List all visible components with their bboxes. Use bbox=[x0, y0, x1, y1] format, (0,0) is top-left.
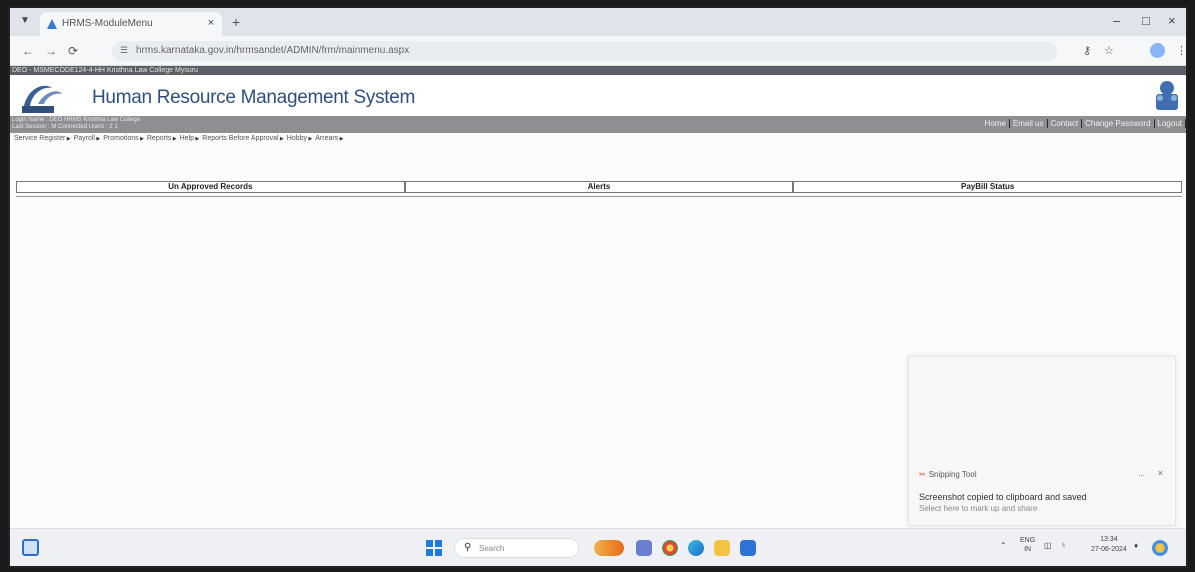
search-icon: ⚲ bbox=[464, 542, 472, 553]
mail-icon[interactable] bbox=[740, 540, 756, 556]
edge-icon[interactable] bbox=[688, 540, 704, 556]
notification-bell-icon[interactable]: ♦ bbox=[1134, 541, 1138, 550]
taskbar: ⚲ Search ⌃ ENG IN ◫ ♮ 13:34 27-06-2024 ♦ bbox=[10, 528, 1186, 566]
clock[interactable]: 13:34 27-06-2024 bbox=[1091, 535, 1127, 555]
panel-paybill-status[interactable]: PayBill Status bbox=[793, 181, 1183, 193]
login-name-text: Login Name : DEO HRMS Kristhna Law Colle… bbox=[12, 117, 141, 123]
clock-time: 13:34 bbox=[1100, 536, 1118, 543]
contact-link[interactable]: Contact bbox=[1048, 119, 1083, 128]
site-favicon-icon bbox=[47, 19, 57, 29]
close-window-button[interactable]: × bbox=[1168, 13, 1176, 28]
toast-close-icon[interactable]: × bbox=[1158, 468, 1163, 478]
toast-header: ✂ Snipping Tool bbox=[919, 470, 977, 479]
main-menu: Service Register Payroll Promotions Repo… bbox=[10, 133, 1186, 147]
clock-date: 27-06-2024 bbox=[1091, 546, 1127, 553]
panel-unapproved-records[interactable]: Un Approved Records bbox=[16, 181, 405, 193]
address-bar: ← → ⟳ ☰ hrms.karnataka.gov.in/hrmsandet/… bbox=[10, 36, 1186, 66]
volume-icon[interactable]: ♮ bbox=[1062, 541, 1065, 550]
bookmark-star-icon[interactable]: ☆ bbox=[1104, 44, 1114, 57]
browser-tab[interactable]: HRMS-ModuleMenu × bbox=[40, 12, 222, 36]
tab-search-icon[interactable]: ▼ bbox=[20, 15, 30, 26]
tray-chevron-icon[interactable]: ⌃ bbox=[1000, 541, 1007, 550]
menu-arrears[interactable]: Arrears bbox=[315, 135, 343, 147]
lang-in: IN bbox=[1024, 546, 1032, 553]
more-menu-icon[interactable]: ⋮ bbox=[1176, 44, 1186, 57]
screen-photo: ▼ HRMS-ModuleMenu × + – □ × ← → ⟳ ☰ hrms… bbox=[8, 6, 1188, 568]
copilot-icon[interactable] bbox=[636, 540, 652, 556]
app-title: Human Resource Management System bbox=[92, 87, 416, 108]
url-field[interactable]: ☰ hrms.karnataka.gov.in/hrmsandet/ADMIN/… bbox=[112, 41, 1057, 61]
file-explorer-icon[interactable] bbox=[714, 540, 730, 556]
maximize-button[interactable]: □ bbox=[1142, 13, 1150, 28]
home-link[interactable]: Home bbox=[982, 119, 1010, 128]
change-password-link[interactable]: Change Password bbox=[1082, 119, 1155, 128]
search-placeholder: Search bbox=[479, 544, 505, 553]
back-icon[interactable]: ← bbox=[22, 44, 34, 58]
hrms-logo-icon bbox=[22, 85, 62, 113]
info-bar: Login Name : DEO HRMS Kristhna Law Colle… bbox=[10, 116, 1186, 133]
web-page: DEO - MSMECODE124-4-HH Kristhna Law Coll… bbox=[10, 66, 1186, 531]
browser-tab-strip: ▼ HRMS-ModuleMenu × + – □ × bbox=[10, 8, 1186, 36]
language-indicator[interactable]: ENG IN bbox=[1020, 536, 1035, 554]
snipping-tool-icon: ✂ bbox=[919, 470, 926, 479]
password-key-icon[interactable]: ⚷ bbox=[1083, 44, 1091, 57]
session-text: Last Session : M Connected Users : 2 1 bbox=[12, 124, 118, 130]
menu-reports[interactable]: Reports bbox=[147, 135, 177, 147]
network-icon[interactable]: ◫ bbox=[1044, 541, 1052, 550]
new-tab-button[interactable]: + bbox=[232, 14, 240, 30]
menu-service-register[interactable]: Service Register bbox=[14, 135, 71, 147]
site-info-icon[interactable]: ☰ bbox=[120, 45, 128, 56]
reload-icon[interactable]: ⟳ bbox=[68, 44, 78, 58]
snipping-tool-notification[interactable]: ✂ Snipping Tool ... × Screenshot copied t… bbox=[908, 356, 1176, 526]
menu-payroll[interactable]: Payroll bbox=[74, 135, 101, 147]
toast-subtext[interactable]: Select here to mark up and share bbox=[919, 504, 1037, 513]
panel-alerts[interactable]: Alerts bbox=[404, 181, 794, 193]
email-us-link[interactable]: Email us bbox=[1010, 119, 1048, 128]
forward-icon[interactable]: → bbox=[45, 44, 57, 58]
session-info: Login Name : DEO HRMS Kristhna Law Colle… bbox=[12, 117, 252, 131]
menu-promotions[interactable]: Promotions bbox=[103, 135, 144, 147]
menu-help[interactable]: Help bbox=[180, 135, 200, 147]
panel-divider bbox=[16, 196, 1182, 197]
lang-eng: ENG bbox=[1020, 537, 1036, 544]
toast-app-name: Snipping Tool bbox=[928, 470, 977, 479]
state-emblem-icon bbox=[1156, 81, 1178, 110]
menu-reports-before-approval[interactable]: Reports Before Approval bbox=[202, 135, 284, 147]
toast-more-icon[interactable]: ... bbox=[1138, 469, 1145, 478]
chrome-icon[interactable] bbox=[662, 540, 678, 556]
site-header: Human Resource Management System bbox=[10, 75, 1186, 116]
tab-title: HRMS-ModuleMenu bbox=[62, 18, 153, 29]
dashboard-panels: Un Approved Records Alerts PayBill Statu… bbox=[16, 181, 1183, 193]
user-strip: DEO - MSMECODE124-4-HH Kristhna Law Coll… bbox=[10, 66, 1186, 75]
widgets-icon[interactable] bbox=[22, 539, 39, 556]
highlight-app-icon[interactable] bbox=[594, 540, 624, 556]
toast-message: Screenshot copied to clipboard and saved bbox=[919, 492, 1087, 502]
url-text: hrms.karnataka.gov.in/hrmsandet/ADMIN/fr… bbox=[136, 45, 410, 56]
logout-link[interactable]: Logout bbox=[1155, 119, 1186, 128]
top-links: Home Email us Contact Change Password Lo… bbox=[982, 119, 1186, 128]
tab-close-icon[interactable]: × bbox=[208, 17, 214, 29]
taskbar-search[interactable]: ⚲ Search bbox=[454, 538, 579, 558]
minimize-button[interactable]: – bbox=[1113, 13, 1120, 28]
profile-avatar[interactable] bbox=[1150, 43, 1165, 58]
weather-icon[interactable] bbox=[1152, 540, 1168, 556]
start-button[interactable] bbox=[426, 540, 442, 556]
menu-hobby[interactable]: Hobby bbox=[287, 135, 312, 147]
